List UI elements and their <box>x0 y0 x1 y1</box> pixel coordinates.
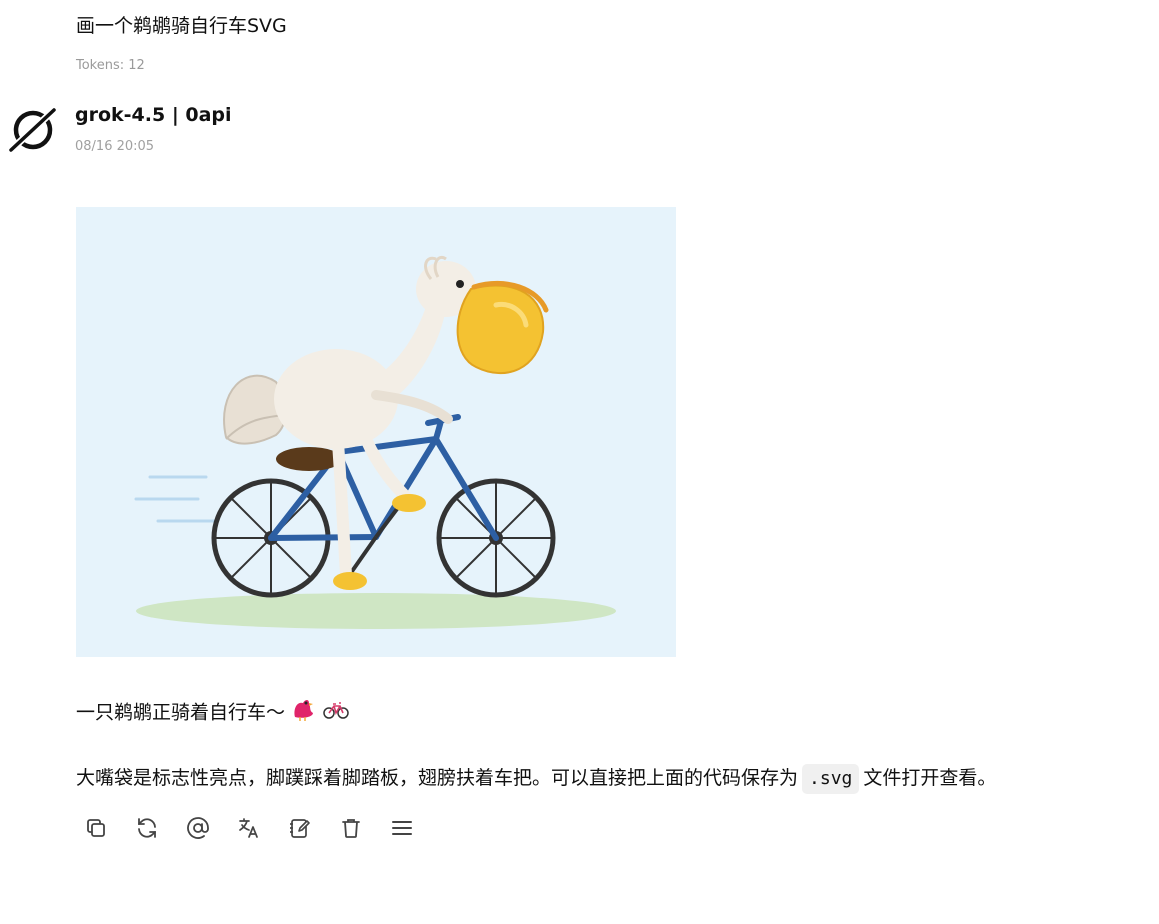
assistant-reply-line2: 大嘴袋是标志性亮点，脚蹼踩着脚踏板，翅膀扶着车把。可以直接把上面的代码保存为 .s… <box>76 763 996 794</box>
grok-logo-icon <box>7 106 58 156</box>
mention-icon <box>187 817 209 839</box>
token-count: Tokens: 12 <box>76 58 145 73</box>
model-name: grok-4.5 | 0api <box>75 104 232 126</box>
edit-button[interactable] <box>284 812 316 844</box>
menu-icon <box>392 821 412 835</box>
pelican-bicycle-image[interactable] <box>76 207 676 657</box>
message-actions <box>80 812 437 844</box>
delete-icon <box>342 819 360 838</box>
assistant-reply-line1: 一只鹈鹕正骑着自行车～ <box>76 697 349 729</box>
bicycle-emoji <box>323 697 349 729</box>
copy-icon <box>87 819 105 837</box>
edit-icon <box>290 819 310 838</box>
reply-line1-text: 一只鹈鹕正骑着自行车～ <box>76 701 286 724</box>
user-message-text: 画一个鹈鹕骑自行车SVG <box>76 15 287 37</box>
reply-line2-text: 大嘴袋是标志性亮点，脚蹼踩着脚踏板，翅膀扶着车把。可以直接把上面的代码保存为 <box>76 767 799 789</box>
menu-button[interactable] <box>386 812 418 844</box>
user-message: 画一个鹈鹕骑自行车SVG <box>76 12 287 40</box>
assistant-header: grok-4.5 | 0api 08/16 20:05 <box>0 100 600 160</box>
regenerate-button[interactable] <box>131 812 163 844</box>
message-timestamp: 08/16 20:05 <box>75 139 155 154</box>
translate-button[interactable] <box>233 812 265 844</box>
inline-code: .svg <box>802 764 860 794</box>
reply-line2-suffix: 文件打开查看。 <box>863 767 997 789</box>
regenerate-icon <box>138 818 156 838</box>
delete-button[interactable] <box>335 812 367 844</box>
mention-button[interactable] <box>182 812 214 844</box>
bird-emoji <box>291 697 317 729</box>
copy-button[interactable] <box>80 812 112 844</box>
translate-icon <box>239 818 258 838</box>
